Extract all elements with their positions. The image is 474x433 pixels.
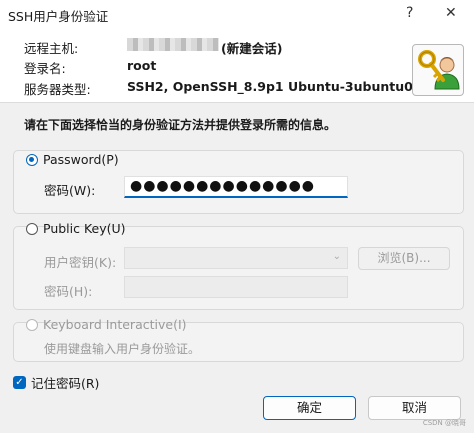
- session-info-panel: 远程主机: (新建会话) 登录名: root 服务器类型: SSH2, Open…: [0, 28, 474, 103]
- close-button[interactable]: ✕: [445, 5, 457, 21]
- remote-host-label: 远程主机:: [24, 41, 79, 56]
- remember-password-label: 记住密码(R): [31, 376, 100, 391]
- watermark: CSDN @晓哥: [422, 419, 466, 427]
- password-field-label: 密码(W):: [44, 183, 96, 198]
- keyboard-radio-option[interactable]: Keyboard Interactive(I): [26, 317, 187, 332]
- title-bar: SSH用户身份验证 ? ✕: [0, 0, 474, 28]
- keyboard-description: 使用键盘输入用户身份验证。: [44, 342, 201, 356]
- help-button[interactable]: ?: [406, 5, 413, 21]
- login-name-label: 登录名:: [24, 61, 66, 76]
- passphrase-label: 密码(H):: [44, 284, 93, 299]
- remember-password-checkbox[interactable]: ✓: [13, 376, 26, 389]
- login-name-value: root: [127, 58, 157, 73]
- redacted-host-address: [127, 38, 219, 51]
- password-radio[interactable]: [26, 153, 38, 166]
- cancel-button[interactable]: 取消: [368, 396, 461, 420]
- password-radio-option[interactable]: Password(P): [26, 152, 119, 167]
- window-title: SSH用户身份验证: [8, 9, 109, 24]
- passphrase-input[interactable]: [124, 276, 348, 298]
- publickey-radio[interactable]: [26, 222, 38, 235]
- remember-password-option[interactable]: ✓ 记住密码(R): [13, 373, 99, 392]
- remote-host-value: (新建会话): [221, 41, 283, 56]
- server-type-value: SSH2, OpenSSH_8.9p1 Ubuntu-3ubuntu0.1: [127, 79, 427, 94]
- keyboard-radio[interactable]: [26, 318, 38, 331]
- publickey-radio-option[interactable]: Public Key(U): [26, 221, 126, 236]
- browse-button[interactable]: 浏览(B)...: [358, 247, 450, 270]
- user-key-label: 用户密钥(K):: [44, 255, 117, 270]
- ok-button[interactable]: 确定: [263, 396, 356, 420]
- password-radio-label: Password(P): [43, 152, 119, 167]
- keys-user-icon: [412, 44, 464, 96]
- user-key-dropdown[interactable]: ⌄: [124, 247, 348, 269]
- publickey-radio-label: Public Key(U): [43, 221, 126, 236]
- keyboard-radio-label: Keyboard Interactive(I): [43, 317, 187, 332]
- password-input[interactable]: ●●●●●●●●●●●●●●: [124, 176, 348, 198]
- server-type-label: 服务器类型:: [24, 82, 91, 97]
- instruction-text: 请在下面选择恰当的身份验证方法并提供登录所需的信息。: [24, 118, 337, 132]
- chevron-down-icon: ⌄: [332, 251, 341, 262]
